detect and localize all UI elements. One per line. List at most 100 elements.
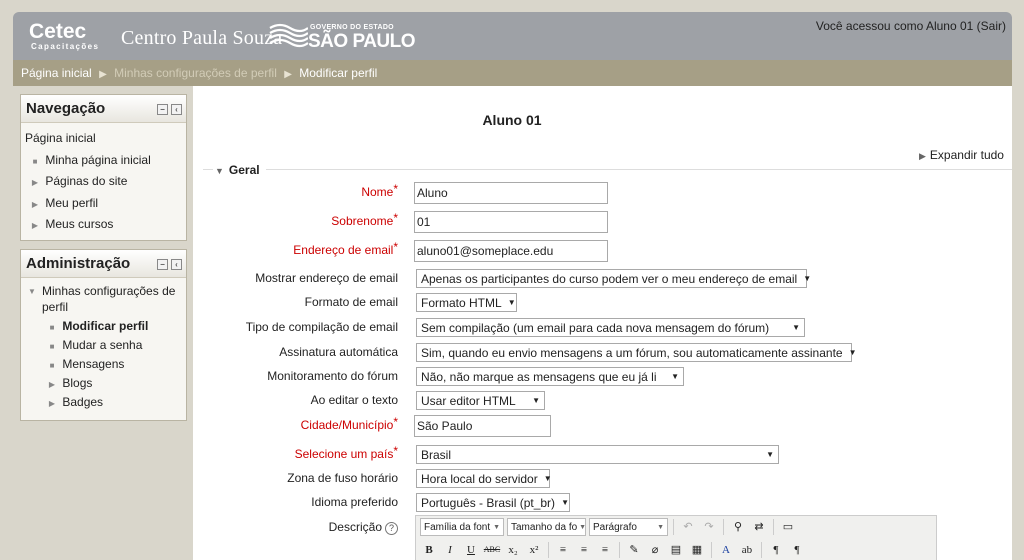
- find-replace-icon[interactable]: ⇄: [750, 518, 768, 536]
- dropdown-arrow-icon: ▼: [532, 396, 540, 405]
- align-center-icon[interactable]: ≡: [575, 541, 593, 559]
- font-family-select[interactable]: Família da font ▼: [420, 518, 504, 536]
- timezone-select[interactable]: Hora local do servidor ▼: [416, 469, 552, 488]
- nav-item-home[interactable]: Página inicial: [25, 128, 182, 150]
- sao-paulo-logo[interactable]: GOVERNO DO ESTADO SÃO PAULO: [268, 18, 416, 54]
- form-row-timezone: Zona de fuso horário Hora local do servi…: [0, 468, 1024, 492]
- nome-input[interactable]: [414, 182, 608, 204]
- fullscreen-icon[interactable]: ▭: [779, 518, 797, 536]
- field-label-email: Endereço de email*: [293, 240, 398, 257]
- form-row-autosub: Assinatura automática Sim, quando eu env…: [0, 342, 1024, 366]
- gov-text: GOVERNO DO ESTADO: [310, 24, 394, 31]
- toolbar-divider: [619, 542, 620, 558]
- toolbar-divider: [548, 542, 549, 558]
- subscript-icon[interactable]: x₂: [504, 541, 522, 559]
- breadcrumb-home[interactable]: Página inicial: [21, 66, 92, 80]
- field-label-country: Selecione um país*: [294, 444, 398, 461]
- paste-word-icon[interactable]: ▦: [688, 541, 706, 559]
- field-label-digest: Tipo de compilação de email: [245, 320, 398, 334]
- underline-icon[interactable]: U: [462, 541, 480, 559]
- tracking-select[interactable]: Não, não marque as mensagens que eu já l…: [416, 367, 684, 386]
- collapse-arrow-icon: ▼: [215, 166, 224, 176]
- highlight-color-icon[interactable]: ab: [738, 541, 756, 559]
- remove-format-icon[interactable]: ⌀: [646, 541, 664, 559]
- breadcrumb-separator-icon: ▶: [99, 69, 107, 80]
- email-format-select[interactable]: Formato HTML ▼: [416, 293, 517, 312]
- field-label-editor: Ao editar o texto: [310, 393, 398, 407]
- fieldset-border: [203, 169, 1012, 170]
- sp-text: SÃO PAULO: [308, 31, 416, 52]
- undo-icon[interactable]: ↶: [679, 518, 697, 536]
- form-row-email-format: Formato de email Formato HTML ▼: [0, 292, 1024, 316]
- field-label-sobrenome: Sobrenome*: [331, 211, 398, 228]
- breadcrumb-separator-icon: ▶: [284, 69, 292, 80]
- email-input[interactable]: [414, 240, 608, 262]
- toolbar-divider: [723, 519, 724, 535]
- dropdown-arrow-icon: ▼: [507, 298, 516, 307]
- toolbar-divider: [773, 519, 774, 535]
- fieldset-legend-general[interactable]: ▼ Geral: [213, 163, 266, 177]
- text-color-icon[interactable]: A: [717, 541, 735, 559]
- required-icon: *: [393, 240, 398, 254]
- clean-up-icon[interactable]: ✎: [625, 541, 643, 559]
- autosub-select[interactable]: Sim, quando eu envio mensagens a um fóru…: [416, 343, 857, 362]
- form-row-email: Endereço de email*: [0, 240, 1024, 264]
- form-row-show-email: Mostrar endereço de email Apenas os part…: [0, 268, 1024, 292]
- paragraph-select[interactable]: Parágrafo ▼: [589, 518, 668, 536]
- city-input[interactable]: [414, 415, 551, 437]
- dropdown-arrow-icon: ▼: [766, 450, 774, 459]
- field-label-autosub: Assinatura automática: [279, 345, 398, 359]
- toolbar-divider: [673, 519, 674, 535]
- dropdown-arrow-icon: ▼: [579, 523, 586, 531]
- bullet-icon: ■: [32, 156, 38, 166]
- paste-text-icon[interactable]: ▤: [667, 541, 685, 559]
- expand-all-link[interactable]: ▶ Expandir tudo: [919, 148, 1004, 162]
- align-left-icon[interactable]: ≡: [554, 541, 572, 559]
- country-select[interactable]: Brasil ▼: [416, 445, 779, 464]
- toolbar-divider: [711, 542, 712, 558]
- cetec-logo[interactable]: Cetec Capacitações: [29, 21, 99, 51]
- breadcrumb-current[interactable]: Modificar perfil: [299, 66, 377, 80]
- sobrenome-input[interactable]: [414, 211, 608, 233]
- form-row-tracking: Monitoramento do fórum Não, não marque a…: [0, 366, 1024, 390]
- bold-icon[interactable]: B: [420, 541, 438, 559]
- font-size-select[interactable]: Tamanho da fo ▼: [507, 518, 586, 536]
- lang-select[interactable]: Português - Brasil (pt_br) ▼: [416, 493, 570, 512]
- field-label-description: Descrição?: [329, 520, 398, 535]
- form-row-sobrenome: Sobrenome*: [0, 211, 1024, 235]
- breadcrumb-profile-settings: Minhas configurações de perfil: [114, 66, 277, 80]
- find-icon[interactable]: ⚲: [729, 518, 747, 536]
- login-info[interactable]: Você acessou como Aluno 01 (Sair): [816, 19, 1006, 33]
- strikethrough-icon[interactable]: ABC: [483, 541, 501, 559]
- italic-icon[interactable]: I: [441, 541, 459, 559]
- required-icon: *: [393, 415, 398, 429]
- required-icon: *: [393, 211, 398, 225]
- field-label-nome: Nome*: [361, 182, 398, 199]
- form-row-country: Selecione um país* Brasil ▼: [0, 444, 1024, 468]
- editor-toolbar-row-1: Família da font ▼ Tamanho da fo ▼ Parágraf…: [420, 518, 797, 536]
- help-icon[interactable]: ?: [385, 522, 398, 535]
- show-email-select[interactable]: Apenas os participantes do curso podem v…: [416, 269, 811, 288]
- dropdown-arrow-icon: ▼: [848, 348, 857, 357]
- rtl-icon[interactable]: ¶: [788, 541, 806, 559]
- dropdown-arrow-icon: ▼: [803, 274, 812, 283]
- breadcrumb: Página inicial ▶ Minhas configurações de…: [13, 60, 1012, 86]
- nav-item-my-home[interactable]: ■ Minha página inicial: [25, 150, 182, 172]
- ltr-icon[interactable]: ¶: [767, 541, 785, 559]
- field-label-lang: Idioma preferido: [311, 495, 398, 509]
- cps-logo[interactable]: Centro Paula Souza: [121, 27, 282, 50]
- cetec-logo-text: Cetec: [29, 20, 87, 43]
- description-editor[interactable]: Família da font ▼ Tamanho da fo ▼ Parágraf…: [415, 515, 937, 560]
- dropdown-arrow-icon: ▼: [493, 523, 500, 531]
- digest-select[interactable]: Sem compilação (um email para cada nova …: [416, 318, 805, 337]
- dropdown-arrow-icon: ▼: [543, 474, 552, 483]
- cetec-logo-subtitle: Capacitações: [31, 42, 100, 51]
- dropdown-arrow-icon: ▼: [671, 372, 679, 381]
- align-right-icon[interactable]: ≡: [596, 541, 614, 559]
- editor-select[interactable]: Usar editor HTML ▼: [416, 391, 545, 410]
- redo-icon[interactable]: ↷: [700, 518, 718, 536]
- dropdown-arrow-icon: ▼: [657, 523, 664, 531]
- field-label-tracking: Monitoramento do fórum: [267, 369, 398, 383]
- expand-arrow-icon: ▶: [919, 151, 926, 161]
- superscript-icon[interactable]: x²: [525, 541, 543, 559]
